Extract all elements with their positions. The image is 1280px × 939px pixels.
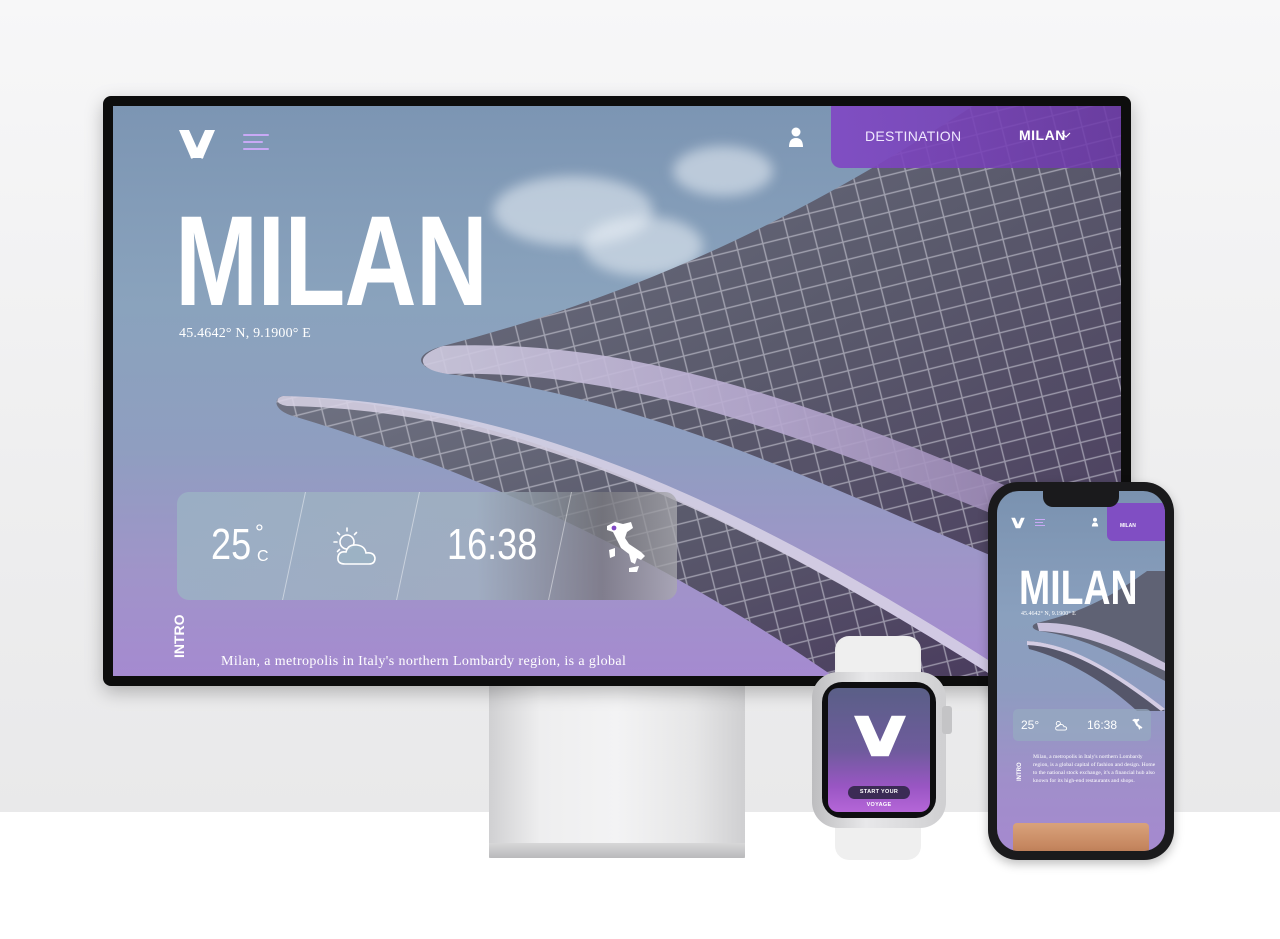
partly-cloudy-icon — [333, 527, 376, 565]
weather-card: 25 ° C 16:38 — [177, 492, 677, 600]
italy-map-icon — [607, 522, 645, 572]
city-photo[interactable] — [1013, 823, 1149, 851]
italy-map-icon — [1132, 718, 1143, 730]
watch-screen: START YOUR VOYAGE — [822, 682, 936, 818]
destination-select[interactable]: MILAN — [1120, 523, 1136, 529]
menu-icon[interactable] — [243, 134, 269, 152]
intro-label: INTRO — [1017, 762, 1023, 781]
destination-label: DESTINATION — [865, 128, 962, 144]
monitor-stand — [489, 684, 745, 858]
divider — [396, 492, 420, 600]
coordinates: 45.4642° N, 9.1900° E — [179, 326, 312, 341]
intro-text: Milan, a metropolis in Italy's northern … — [221, 654, 627, 669]
destination-bar: DESTINATION MILAN — [831, 106, 1121, 168]
partly-cloudy-icon — [1055, 721, 1068, 731]
intro-label: INTRO — [171, 614, 187, 658]
user-icon[interactable] — [1091, 517, 1099, 527]
city-title: MILAN — [1019, 562, 1138, 615]
divider — [548, 492, 572, 600]
user-icon[interactable] — [787, 126, 805, 148]
temperature-value: 25° — [1021, 718, 1040, 732]
phone-screen: MILAN MILAN 45.4642° N, 9.1900° E 25° 16… — [997, 491, 1165, 851]
watch-ui: START YOUR VOYAGE — [828, 688, 930, 812]
menu-icon[interactable] — [1035, 519, 1045, 527]
phone-notch — [1043, 491, 1119, 507]
v-logo-icon — [854, 715, 906, 757]
v-logo-icon[interactable] — [179, 128, 215, 160]
monitor-foot — [489, 843, 745, 858]
temperature-unit: C — [257, 548, 269, 565]
watch-crown[interactable] — [942, 706, 952, 734]
desktop-screen: DESTINATION MILAN MILAN 45.4642° N, 9.19… — [113, 106, 1121, 676]
local-time: 16:38 — [447, 520, 538, 569]
v-logo-icon[interactable] — [1011, 517, 1025, 529]
intro-text: Milan, a metropolis in Italy's northern … — [1033, 754, 1156, 784]
weather-card: 25° 16:38 — [1013, 709, 1151, 741]
destination-select[interactable]: MILAN — [1019, 127, 1066, 143]
city-title: MILAN — [175, 190, 488, 333]
chevron-down-icon[interactable] — [1061, 130, 1071, 140]
degree-symbol: ° — [255, 520, 264, 545]
temperature-value: 25 — [211, 520, 252, 569]
divider — [282, 492, 306, 600]
local-time: 16:38 — [1087, 718, 1118, 732]
phone: MILAN MILAN 45.4642° N, 9.1900° E 25° 16… — [988, 482, 1174, 860]
destination-bar[interactable]: MILAN — [1107, 503, 1165, 541]
start-voyage-button[interactable]: START YOUR VOYAGE — [848, 786, 910, 808]
desktop-monitor: DESTINATION MILAN MILAN 45.4642° N, 9.19… — [103, 96, 1131, 686]
coordinates: 45.4642° N, 9.1900° E — [1021, 611, 1076, 617]
